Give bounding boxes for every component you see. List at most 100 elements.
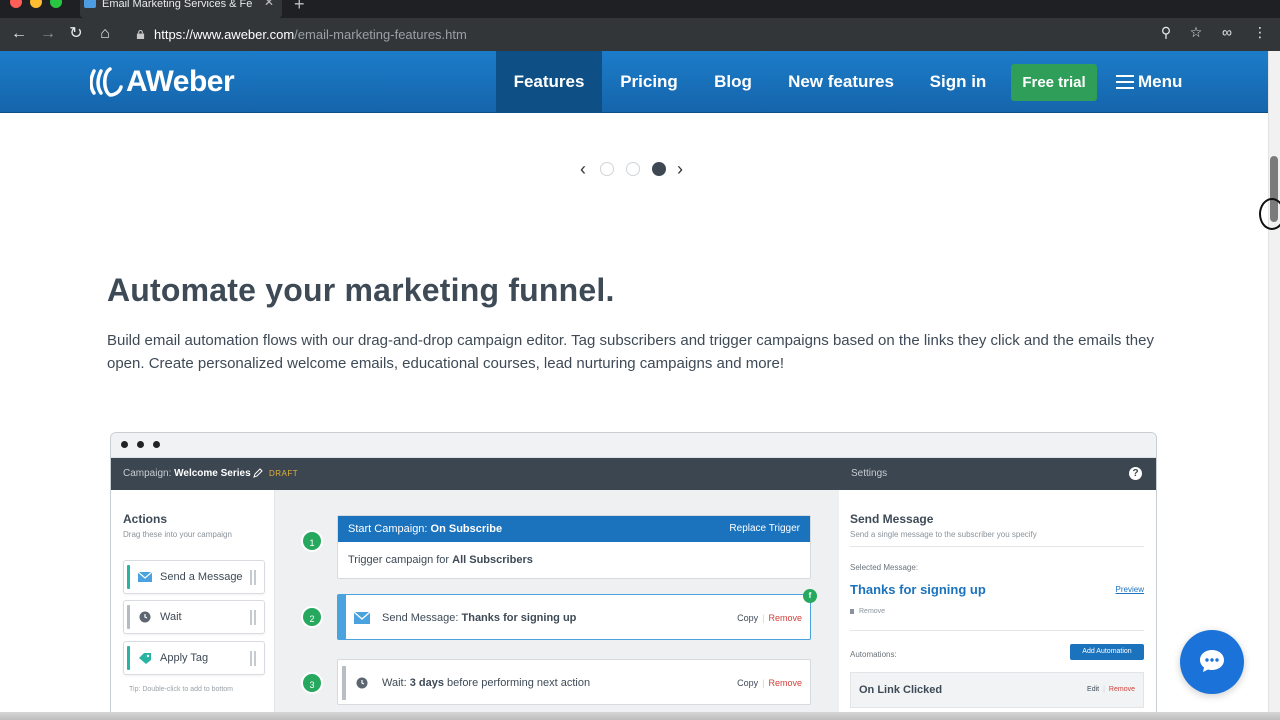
wait-step[interactable]: Wait: 3 days before performing next acti… <box>337 659 811 705</box>
campaign-bar: Campaign: Welcome Series DRAFT Settings … <box>111 458 1156 490</box>
bookmark-star-icon[interactable]: ☆ <box>1186 24 1206 41</box>
remove-link[interactable]: Remove <box>768 613 802 623</box>
close-tab-icon[interactable]: ✕ <box>264 0 274 8</box>
action-label: Apply Tag <box>160 652 209 664</box>
section-body: Build email automation flows with our dr… <box>107 332 1154 372</box>
settings-label: Settings <box>851 468 888 479</box>
step-accent-bar <box>342 666 346 700</box>
edit-link[interactable]: Edit <box>1087 686 1099 693</box>
clock-icon <box>139 611 151 623</box>
nav-features[interactable]: Features <box>496 51 602 113</box>
menu-label: Menu <box>1138 72 1183 91</box>
settings-panel: Send Message Send a single message to th… <box>839 490 1156 720</box>
forward-icon[interactable]: → <box>37 23 59 45</box>
help-icon[interactable]: ? <box>1129 467 1142 480</box>
lock-icon <box>136 30 145 39</box>
step-accent-bar <box>338 595 346 639</box>
extension-icon[interactable]: ∞ <box>1217 24 1237 40</box>
mockup-dot <box>153 441 160 448</box>
brand-name: AWeber <box>126 65 235 98</box>
action-label: Send a Message <box>160 571 243 583</box>
back-icon[interactable]: ← <box>8 23 30 45</box>
drag-handle-icon[interactable] <box>250 570 256 585</box>
chat-bubble-icon <box>1200 650 1224 672</box>
remove-link[interactable]: Remove <box>768 678 802 688</box>
home-icon[interactable]: ⌂ <box>94 23 116 45</box>
on-link-clicked-item[interactable]: On Link Clicked Edit | Remove <box>850 672 1144 708</box>
start-trigger-header: Start Campaign: On Subscribe Replace Tri… <box>338 516 810 542</box>
kebab-menu-icon[interactable]: ⋮ <box>1250 24 1270 41</box>
carousel-prev-icon[interactable]: ‹ <box>580 159 586 179</box>
step-number-1: 1 <box>301 530 323 552</box>
aweber-logo-icon <box>90 67 123 97</box>
step-number-3: 3 <box>301 672 323 694</box>
copy-link[interactable]: Copy <box>737 613 758 623</box>
mouse-cursor-highlight <box>1259 198 1280 230</box>
address-bar[interactable]: https://www.aweber.com/email-marketing-f… <box>126 22 1216 47</box>
drag-handle-icon[interactable] <box>250 651 256 666</box>
send-message-step[interactable]: Send Message: Thanks for signing up Copy… <box>337 594 811 640</box>
automation-name: On Link Clicked <box>859 684 943 696</box>
actions-subtitle: Drag these into your campaign <box>123 530 232 539</box>
add-automation-button[interactable]: Add Automation <box>1070 644 1144 660</box>
nav-blog[interactable]: Blog <box>706 51 760 113</box>
divider <box>850 546 1144 547</box>
edit-pencil-icon[interactable] <box>253 468 263 478</box>
carousel-dot-3[interactable] <box>652 162 666 176</box>
remove-message-link[interactable]: Remove <box>850 608 885 615</box>
divider <box>850 630 1144 631</box>
action-wait[interactable]: Wait <box>123 600 265 634</box>
nav-new-features[interactable]: New features <box>780 51 902 113</box>
chat-widget-button[interactable] <box>1180 630 1244 694</box>
automation-flag-icon: f <box>803 589 817 603</box>
carousel-dot-1[interactable] <box>600 162 614 176</box>
step-number-2: 2 <box>301 606 323 628</box>
action-send-message[interactable]: Send a Message <box>123 560 265 594</box>
nav-sign-in[interactable]: Sign in <box>922 51 994 113</box>
zoom-icon[interactable]: ⚲ <box>1156 24 1176 41</box>
zoom-window-button[interactable] <box>50 0 62 8</box>
carousel-next-icon[interactable]: › <box>677 159 683 179</box>
browser-tab[interactable]: Email Marketing Services & Fe ✕ <box>80 0 282 18</box>
nav-pricing[interactable]: Pricing <box>608 51 690 113</box>
campaign-canvas: 1 Start Campaign: On Subscribe Replace T… <box>275 490 839 720</box>
site-header: AWeber Features Pricing Blog New feature… <box>0 51 1268 113</box>
close-window-button[interactable] <box>10 0 22 8</box>
carousel-dot-2[interactable] <box>626 162 640 176</box>
start-trigger-card[interactable]: Start Campaign: On Subscribe Replace Tri… <box>337 515 811 579</box>
trigger-description: Trigger campaign for All Subscribers <box>348 554 533 566</box>
carousel-controls: ‹ › <box>578 159 688 179</box>
draft-badge: DRAFT <box>269 469 299 478</box>
minimize-window-button[interactable] <box>30 0 42 8</box>
aweber-logo[interactable]: AWeber <box>90 65 235 99</box>
page-scrollbar[interactable] <box>1268 51 1280 720</box>
copy-link[interactable]: Copy <box>737 678 758 688</box>
os-dock <box>0 712 1280 720</box>
menu-button[interactable]: Menu <box>1116 51 1182 113</box>
selected-message-value[interactable]: Thanks for signing up <box>850 582 986 597</box>
mockup-window-bar <box>111 433 1156 458</box>
tag-icon <box>139 653 151 664</box>
actions-panel: Actions Drag these into your campaign Se… <box>111 490 275 720</box>
reload-icon[interactable]: ↻ <box>65 23 87 45</box>
drag-handle-icon[interactable] <box>250 610 256 625</box>
aweber-favicon-icon <box>84 0 96 8</box>
envelope-icon <box>138 571 152 582</box>
free-trial-button[interactable]: Free trial <box>1011 64 1097 101</box>
new-tab-icon[interactable]: + <box>294 0 305 15</box>
action-label: Wait <box>160 611 182 623</box>
settings-subtitle: Send a single message to the subscriber … <box>850 530 1037 539</box>
preview-link[interactable]: Preview <box>1116 585 1144 594</box>
actions-tip: Tip: Double-click to add to bottom <box>129 686 234 693</box>
settings-title: Send Message <box>850 512 934 526</box>
tab-title: Email Marketing Services & Fe <box>102 0 253 10</box>
automation-controls: Edit | Remove <box>1087 686 1135 693</box>
url-path: /email-marketing-features.htm <box>294 27 467 42</box>
campaign-editor-mockup: Campaign: Welcome Series DRAFT Settings … <box>110 432 1157 720</box>
mockup-dot <box>121 441 128 448</box>
replace-trigger-link[interactable]: Replace Trigger <box>729 516 800 542</box>
browser-tab-bar: Email Marketing Services & Fe ✕ + <box>0 0 1280 18</box>
browser-toolbar: ← → ↻ ⌂ https://www.aweber.com/email-mar… <box>0 18 1280 51</box>
action-apply-tag[interactable]: Apply Tag <box>123 641 265 675</box>
remove-automation-link[interactable]: Remove <box>1109 686 1135 693</box>
